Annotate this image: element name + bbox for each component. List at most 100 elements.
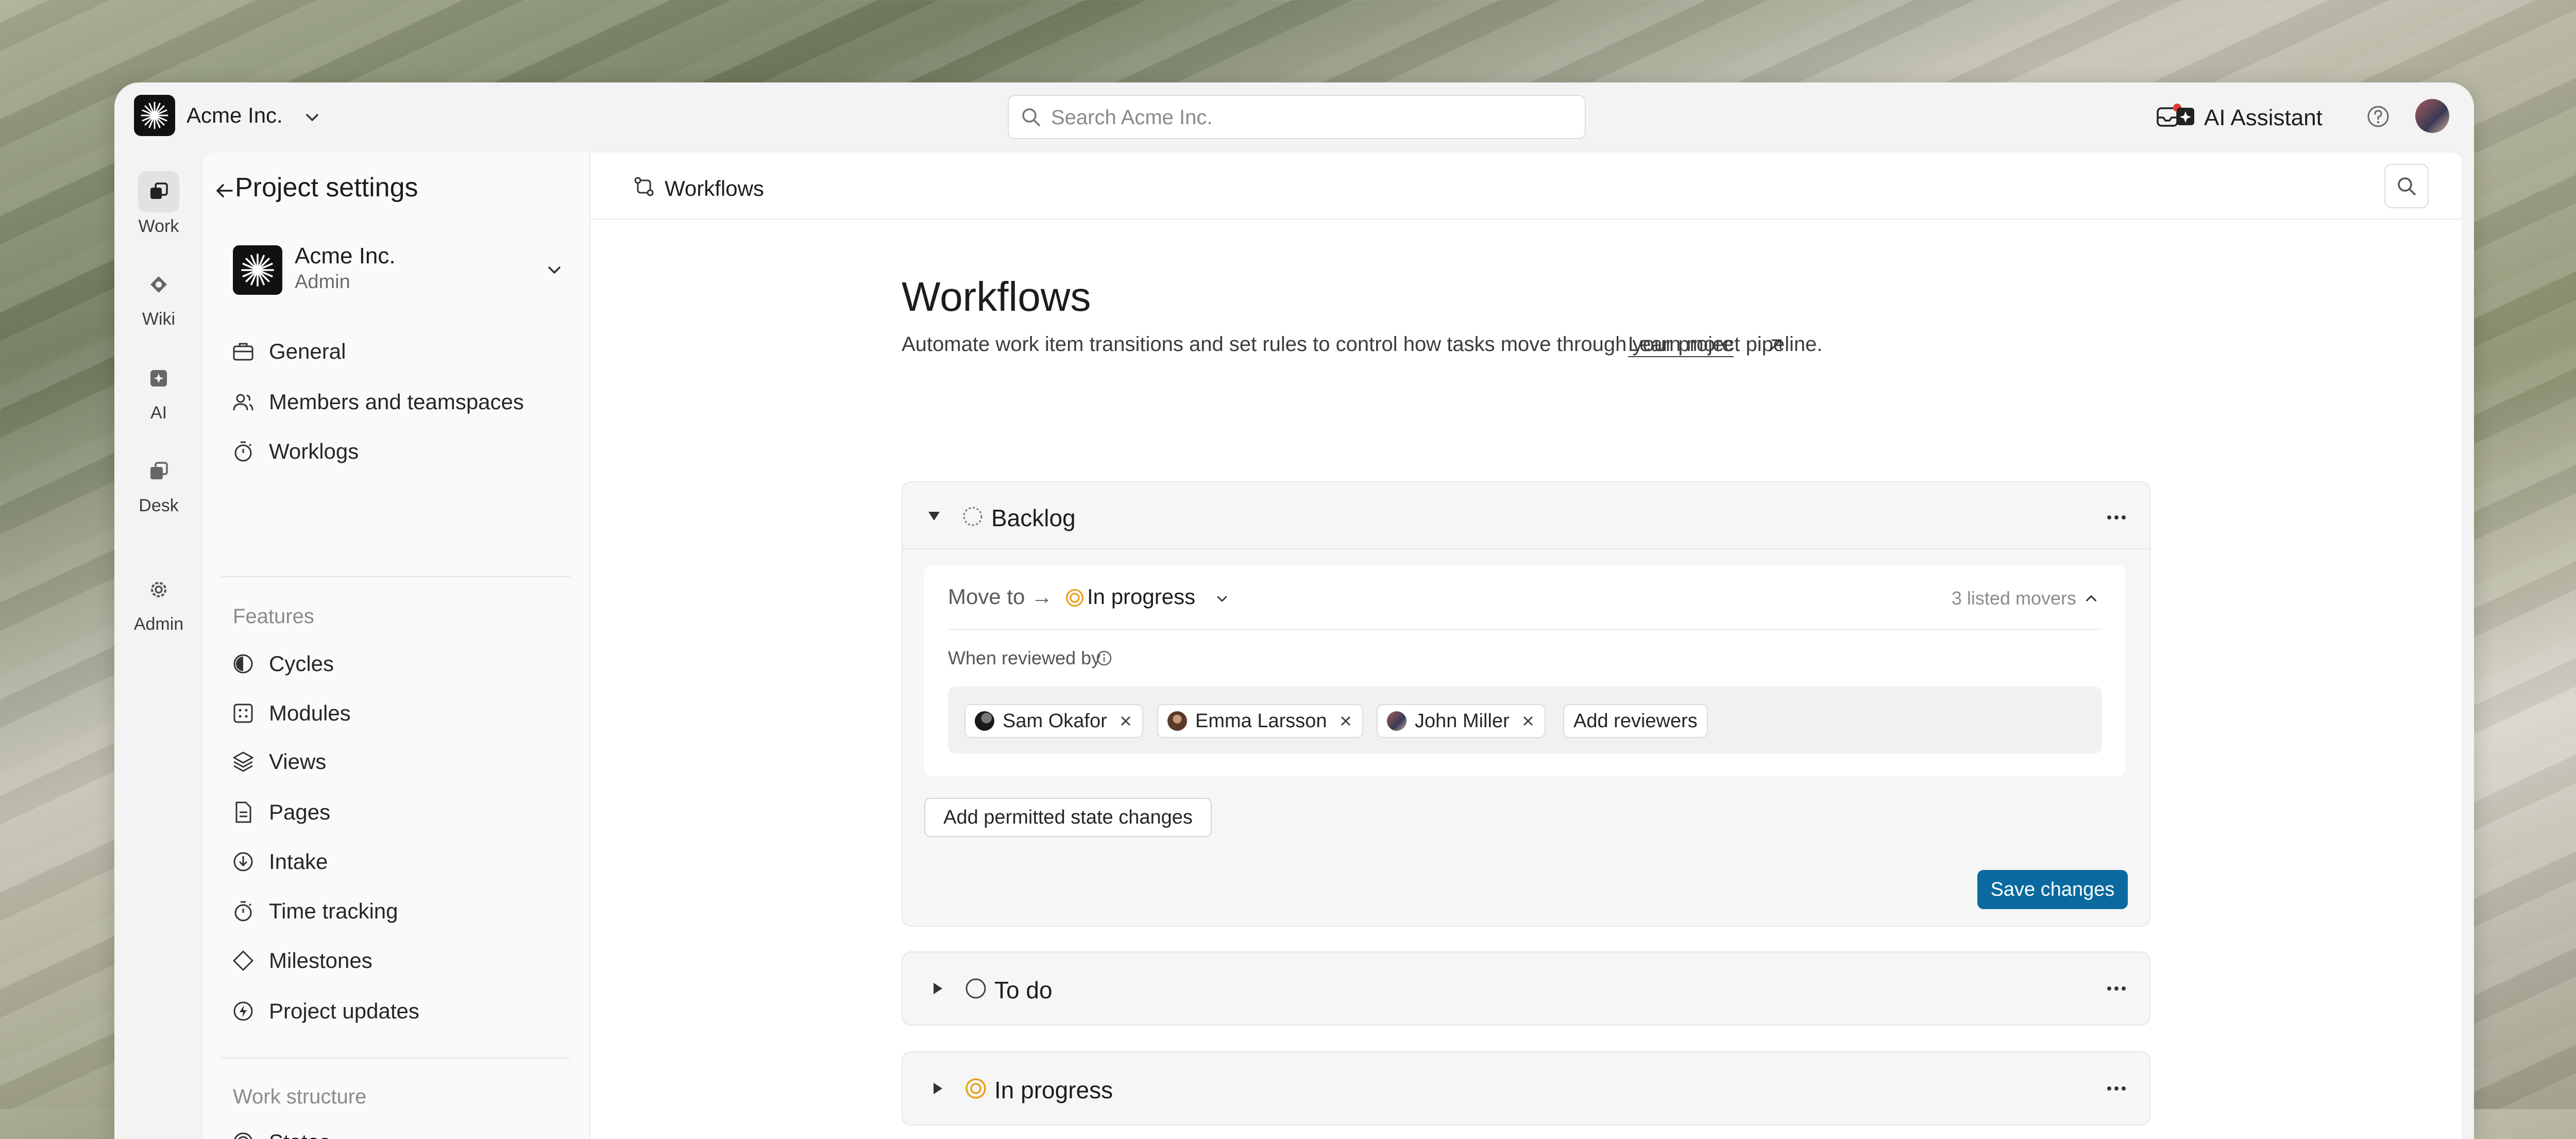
- info-icon[interactable]: [1095, 649, 1113, 667]
- workspace-name[interactable]: Acme Inc.: [187, 103, 283, 128]
- state-label[interactable]: To do: [994, 976, 1053, 1004]
- add-permitted-state-changes-button[interactable]: Add permitted state changes: [924, 798, 1212, 837]
- learn-more-link[interactable]: Learn more: [1628, 333, 1734, 357]
- state-label[interactable]: Backlog: [991, 504, 1076, 532]
- nav-item-intake[interactable]: Intake: [231, 846, 328, 877]
- close-icon[interactable]: [1338, 714, 1353, 728]
- nav-item-project-updates[interactable]: Project updates: [231, 996, 419, 1027]
- close-icon[interactable]: [1118, 714, 1133, 728]
- header-search-button[interactable]: [2384, 164, 2429, 208]
- close-icon[interactable]: [1521, 714, 1535, 728]
- nav-item-label: General: [269, 339, 346, 363]
- project-logo: [233, 245, 282, 295]
- rail-item-wiki[interactable]: Wiki: [123, 264, 195, 329]
- nav-item-label: Project updates: [269, 999, 419, 1023]
- nav-item-milestones[interactable]: Milestones: [231, 945, 372, 976]
- modules-icon: [233, 703, 253, 723]
- nav-item-pages[interactable]: Pages: [231, 797, 330, 828]
- reviewer-chip: Sam Okafor: [964, 704, 1143, 738]
- timer-icon: [234, 441, 252, 462]
- bolt-icon: [233, 1001, 253, 1021]
- project-name[interactable]: Acme Inc.: [295, 243, 396, 269]
- workspace-logo[interactable]: [134, 95, 175, 136]
- rail-item-ai[interactable]: AI: [123, 358, 195, 423]
- workflow-card-in-progress: In progress: [902, 1051, 2150, 1126]
- divider: [948, 629, 2102, 630]
- project-role: Admin: [295, 271, 350, 293]
- in-progress-state-icon: [965, 1078, 986, 1099]
- state-label[interactable]: In progress: [994, 1076, 1113, 1104]
- divider: [903, 548, 2149, 549]
- nav-item-members[interactable]: Members and teamspaces: [231, 387, 524, 417]
- chevron-down-icon[interactable]: [543, 259, 566, 281]
- gear-icon: [138, 569, 179, 610]
- reviewer-chip: John Miller: [1377, 704, 1546, 738]
- search-placeholder: Search Acme Inc.: [1051, 106, 1213, 129]
- nav-item-cycles[interactable]: Cycles: [231, 648, 334, 679]
- nav-item-label: Members and teamspaces: [269, 390, 524, 414]
- settings-sidebar: Project settings Acme Inc. Admin General: [203, 153, 590, 1139]
- rail-item-desk[interactable]: Desk: [123, 450, 195, 516]
- rail-item-admin[interactable]: Admin: [123, 569, 195, 634]
- when-reviewed-label: When reviewed by: [948, 647, 1101, 668]
- divider: [222, 1058, 570, 1059]
- nav-item-label: Worklogs: [269, 439, 359, 463]
- rail-label: Admin: [133, 614, 184, 634]
- rail-label: AI: [150, 403, 167, 423]
- intake-icon: [233, 852, 253, 872]
- external-link-icon[interactable]: [1766, 336, 1785, 355]
- desk-icon: [138, 450, 179, 492]
- listed-movers-count[interactable]: 3 listed movers: [1952, 588, 2076, 609]
- nav-item-time-tracking[interactable]: Time tracking: [231, 896, 398, 927]
- rail-item-work[interactable]: Work: [123, 171, 195, 237]
- chevron-down-icon[interactable]: [1214, 591, 1230, 607]
- expand-triangle-icon[interactable]: [929, 1081, 945, 1096]
- target-state-dropdown[interactable]: In progress: [1087, 584, 1195, 609]
- nav-item-general[interactable]: General: [231, 336, 346, 367]
- briefcase-icon: [233, 343, 253, 361]
- avatar: [975, 711, 994, 731]
- nav-item-label: Views: [269, 749, 327, 774]
- cycle-icon: [233, 654, 253, 674]
- nav-item-label: Cycles: [269, 651, 334, 676]
- in-progress-state-icon: [1065, 589, 1084, 607]
- nav-item-label: States: [269, 1130, 330, 1139]
- save-changes-button[interactable]: Save changes: [1977, 870, 2128, 909]
- workflow-card-todo: To do: [902, 951, 2150, 1026]
- todo-state-icon: [965, 978, 986, 999]
- more-options-icon[interactable]: [2104, 1076, 2129, 1101]
- app-window: Acme Inc. Search Acme Inc. AI Assistant: [114, 82, 2474, 1139]
- ai-assistant-icon: [2177, 108, 2194, 125]
- collapse-triangle-icon[interactable]: [926, 508, 942, 524]
- help-icon[interactable]: [2366, 104, 2391, 129]
- wiki-icon: [138, 264, 179, 305]
- expand-triangle-icon[interactable]: [929, 981, 945, 996]
- ai-assistant-label: AI Assistant: [2204, 105, 2323, 130]
- work-structure-heading: Work structure: [233, 1085, 367, 1108]
- nav-item-modules[interactable]: Modules: [231, 698, 351, 729]
- nav-item-worklogs[interactable]: Worklogs: [231, 436, 359, 467]
- states-icon: [234, 1132, 252, 1139]
- add-reviewers-label: Add reviewers: [1573, 710, 1698, 732]
- add-reviewers-button[interactable]: Add reviewers: [1563, 704, 1708, 738]
- more-options-icon[interactable]: [2104, 505, 2129, 530]
- workflow-card-backlog: Backlog Move to → In progress 3 listed m…: [902, 481, 2150, 927]
- main-header: Workflows: [590, 153, 2462, 220]
- chevron-down-icon[interactable]: [302, 107, 323, 128]
- diamond-icon: [233, 950, 253, 971]
- search-icon: [1022, 108, 1040, 126]
- nav-item-states[interactable]: States: [231, 1127, 330, 1139]
- user-avatar[interactable]: [2415, 99, 2449, 133]
- chevron-up-icon[interactable]: [2082, 590, 2100, 607]
- more-options-icon[interactable]: [2104, 976, 2129, 1001]
- breadcrumb[interactable]: Workflows: [665, 176, 764, 201]
- timer-icon: [234, 901, 252, 922]
- nav-item-label: Intake: [269, 849, 328, 874]
- features-heading: Features: [233, 605, 314, 628]
- reviewers-field[interactable]: Sam Okafor Emma Larsson John Miller Add …: [948, 686, 2102, 753]
- work-icon: [138, 171, 179, 212]
- global-search-input[interactable]: Search Acme Inc.: [1008, 95, 1586, 139]
- main-content: Workflows Workflows Automate work item t…: [590, 153, 2462, 1139]
- nav-item-views[interactable]: Views: [231, 746, 326, 777]
- back-arrow-icon[interactable]: [214, 180, 235, 201]
